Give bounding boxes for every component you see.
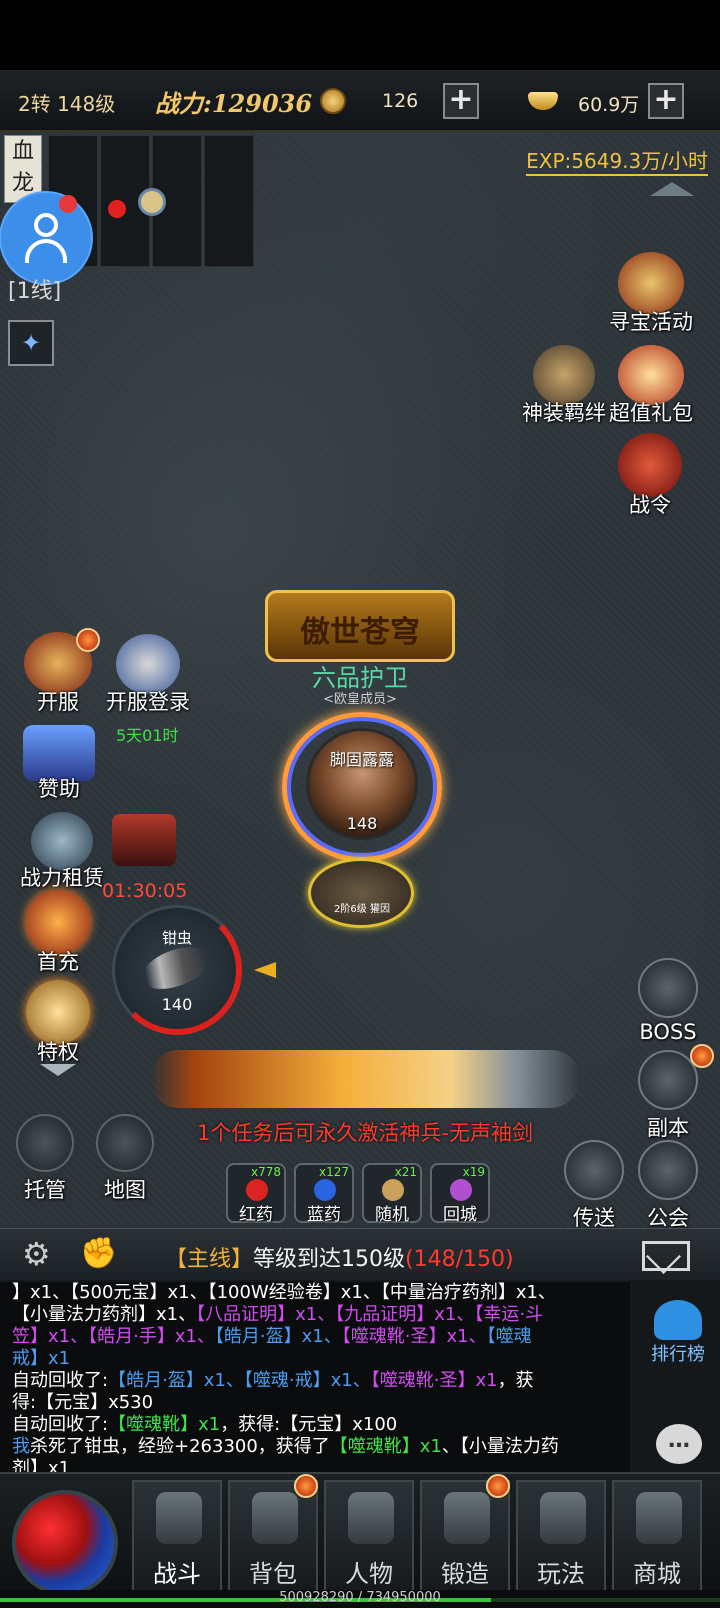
potion-slot-random[interactable]: x21 随机: [362, 1163, 422, 1225]
system-log[interactable]: 】x1、【500元宝】x1、【100W经验卷】x1、【中量治疗药剂】x1、 【小…: [0, 1282, 630, 1472]
red-potion-icon: [246, 1179, 268, 1201]
minimap-slot: [204, 135, 254, 267]
floating-account-button[interactable]: [1, 193, 91, 283]
treasure-icon: [618, 252, 684, 314]
card-icon: [112, 814, 176, 866]
map-button[interactable]: 地图: [94, 1114, 156, 1204]
value-pack-button[interactable]: 超值礼包: [606, 345, 696, 427]
exp-bar-text: 500928290 / 734950000: [279, 1590, 441, 1605]
leaderboard-button[interactable]: 排行榜: [648, 1300, 708, 1370]
helmet-icon: [348, 1492, 394, 1544]
guild-tag: <欧皇成员>: [323, 692, 397, 707]
notification-badge: [76, 628, 100, 652]
user-icon: [34, 213, 58, 237]
leaderboard-icon: [654, 1300, 702, 1340]
weekly-card-button[interactable]: [104, 814, 184, 866]
notification-badge: [294, 1474, 318, 1498]
random-scroll-icon: [382, 1179, 404, 1201]
enemy-dot-icon: [108, 200, 126, 218]
gift-icon: [618, 345, 684, 405]
boss-button[interactable]: BOSS: [628, 958, 708, 1044]
shop-icon: [636, 1492, 682, 1544]
nav-character[interactable]: 人物: [324, 1480, 414, 1592]
sword-banner[interactable]: [150, 1050, 580, 1108]
map-icon: [96, 1114, 154, 1172]
collapse-arrow-icon[interactable]: [650, 182, 694, 196]
exp-rate: EXP:5649.3万/小时: [526, 145, 708, 176]
backpack-icon: [252, 1492, 298, 1544]
coin-icon: [320, 88, 346, 114]
mail-icon[interactable]: [642, 1241, 690, 1271]
ingot-value: 60.9万: [578, 94, 640, 116]
target-name: 钳虫: [161, 929, 192, 947]
pet-portrait[interactable]: [308, 858, 414, 928]
ingot-icon: [528, 92, 558, 110]
notification-badge: [59, 195, 77, 213]
chat-bubble-icon[interactable]: …: [656, 1424, 702, 1464]
top-resource-bar: 2转 148级 战力:129036 126 + 60.9万 +: [0, 70, 720, 132]
potion-slot-red[interactable]: x778 红药: [226, 1163, 286, 1225]
yin-yang-orb-icon[interactable]: [12, 1490, 118, 1596]
treasure-hunt-button[interactable]: 寻宝活动: [606, 252, 696, 336]
dungeon-icon: [638, 1050, 698, 1110]
armor-set-icon: [533, 345, 595, 405]
rental-countdown: 01:30:05: [102, 880, 188, 902]
sponsor-button[interactable]: 赞助: [18, 725, 100, 803]
login-countdown: 5天01时: [116, 726, 179, 745]
battle-pass-icon: [618, 433, 682, 497]
expand-arrow-icon[interactable]: [40, 1064, 76, 1076]
target-level: 140: [161, 995, 193, 1014]
blue-potion-icon: [314, 1179, 336, 1201]
main-quest-bar[interactable]: ⚙ ✊ 【主线】等级到达150级(148/150): [0, 1228, 720, 1280]
divine-gear-button[interactable]: 神装羁绊: [518, 345, 610, 427]
settings-gear-icon[interactable]: ⚙: [22, 1237, 51, 1271]
player-level: 148: [346, 814, 378, 833]
privilege-button[interactable]: 特权: [20, 980, 96, 1066]
skill-slot-icon[interactable]: ✦: [8, 320, 54, 366]
map-name: 血龙: [4, 135, 42, 203]
skull-icon: [638, 958, 698, 1018]
potion-slot-blue[interactable]: x127 蓝药: [294, 1163, 354, 1225]
battle-pass-button[interactable]: 战令: [610, 433, 690, 519]
nav-shop[interactable]: 商城: [612, 1480, 702, 1592]
login-reward-button[interactable]: 开服登录: [100, 634, 196, 716]
status-bar: [0, 0, 720, 70]
guild-button[interactable]: 公会: [628, 1140, 708, 1232]
auto-play-button[interactable]: 托管: [14, 1114, 76, 1204]
guild-hall-icon: [638, 1140, 698, 1200]
strength-icon[interactable]: ✊: [80, 1237, 117, 1271]
gamepad-icon: [16, 1114, 74, 1172]
nav-gameplay[interactable]: 玩法: [516, 1480, 606, 1592]
player-name: 脚固露露: [329, 750, 394, 769]
title-plate: 傲世苍穹: [265, 590, 455, 662]
potion-slot-return[interactable]: x19 回城: [430, 1163, 490, 1225]
pet-tag: 2阶6级 獾因: [334, 904, 390, 915]
add-coin-button[interactable]: +: [443, 83, 479, 119]
combat-power: 战力:129036: [155, 89, 313, 118]
power-rental-button[interactable]: 战力租赁: [14, 812, 110, 892]
crossed-swords-icon: [156, 1492, 202, 1544]
crown-icon: [26, 980, 90, 1044]
teleport-scroll-icon: [564, 1140, 624, 1200]
quest-text[interactable]: 【主线】等级到达150级(148/150): [165, 1241, 514, 1273]
notification-badge: [690, 1044, 714, 1068]
server-line[interactable]: [1线]: [8, 273, 61, 305]
anvil-icon: [444, 1492, 490, 1544]
weapon-unlock-hint[interactable]: 1个任务后可永久激活神兵-无声袖剑: [150, 1117, 580, 1147]
login-gift-icon: [116, 634, 180, 694]
nav-battle[interactable]: 战斗: [132, 1480, 222, 1592]
player-level-text: 2转 148级: [18, 92, 116, 116]
return-scroll-icon: [450, 1179, 472, 1201]
target-pointer-icon: [254, 962, 276, 978]
first-charge-icon: [26, 890, 90, 954]
teleport-button[interactable]: 传送: [556, 1140, 632, 1232]
first-charge-button[interactable]: 首充: [20, 890, 96, 976]
coin-value: 126: [382, 90, 419, 112]
winged-sword-icon: [540, 1492, 586, 1544]
notification-badge: [486, 1474, 510, 1498]
add-ingot-button[interactable]: +: [648, 83, 684, 119]
player-marker-icon: [138, 188, 166, 216]
